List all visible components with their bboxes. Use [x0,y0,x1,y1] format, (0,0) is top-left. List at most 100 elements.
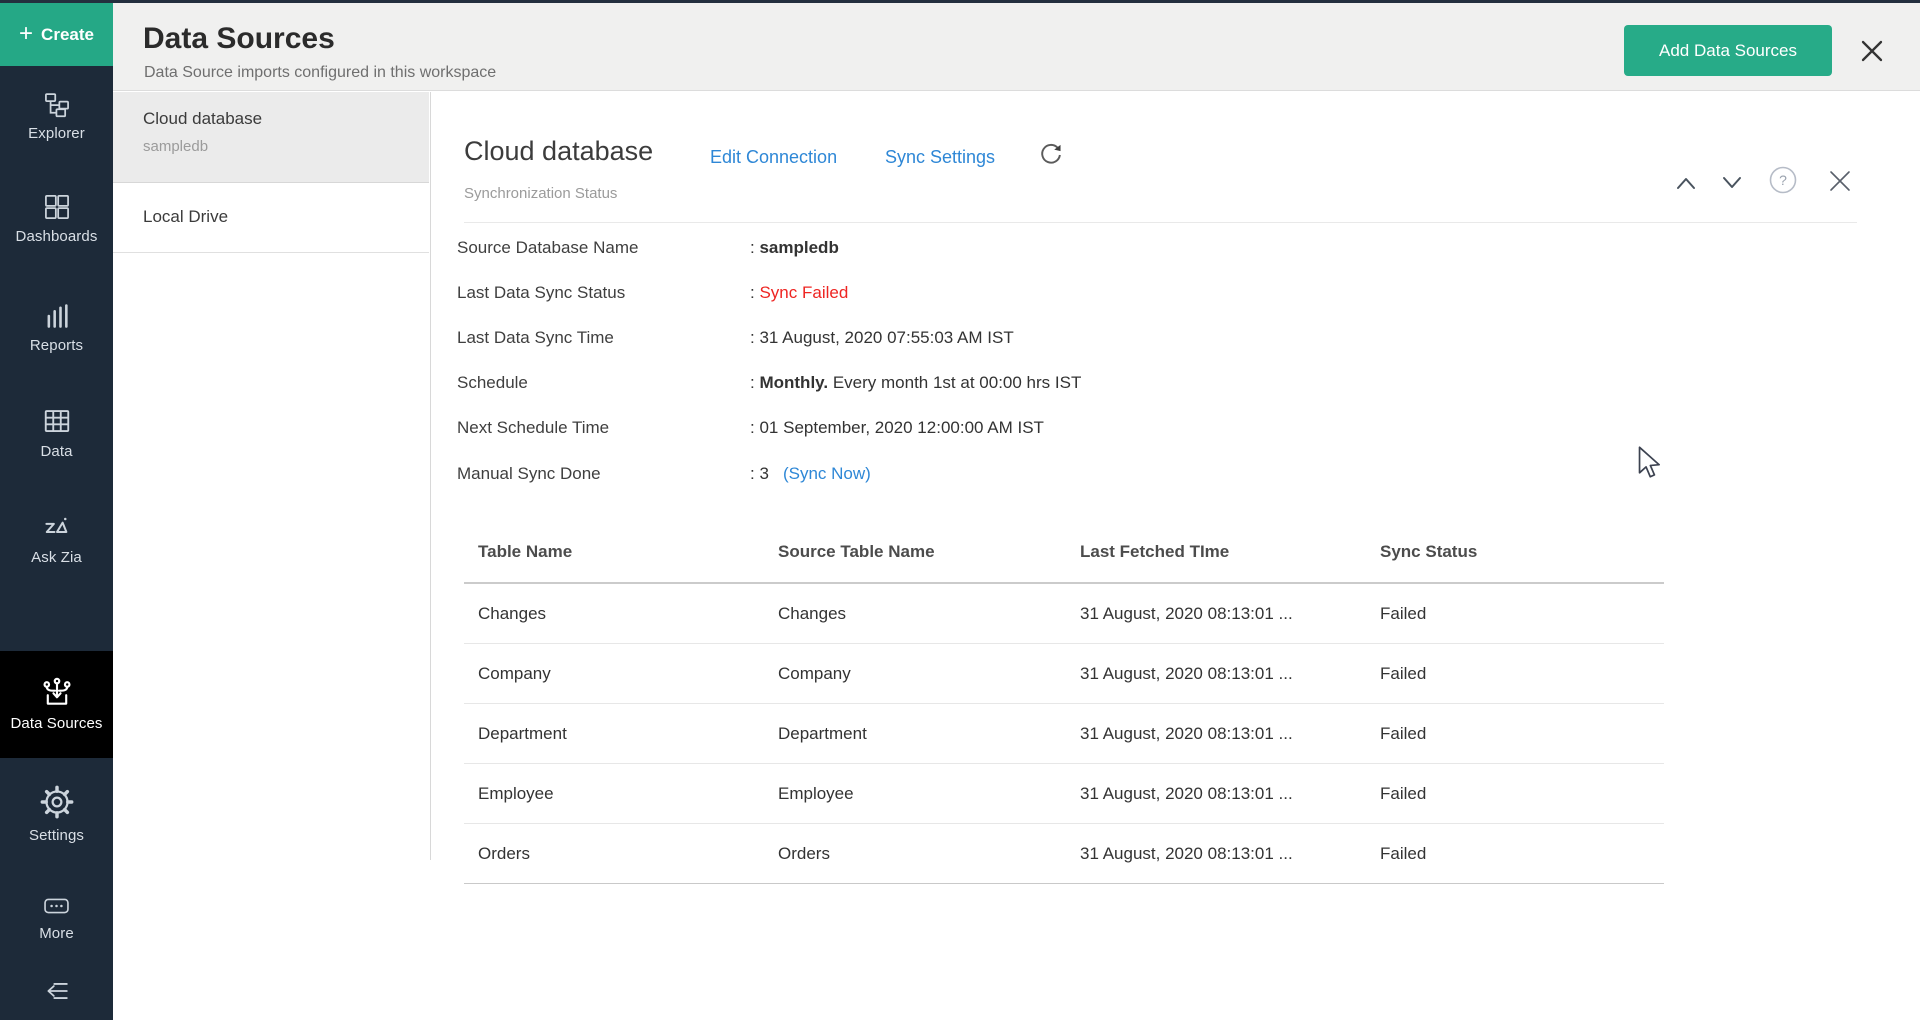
cell-last-fetched: 31 August, 2020 08:13:01 ... [1080,664,1380,684]
hierarchy-icon [43,90,71,118]
cell-source-table-name: Company [778,664,1080,684]
sync-settings-link[interactable]: Sync Settings [885,147,995,168]
cell-last-fetched: 31 August, 2020 08:13:01 ... [1080,784,1380,804]
sidebar-item-label: More [0,925,113,942]
plus-icon: + [19,22,33,46]
detail-label: Next Schedule Time [457,418,750,438]
table-row: Company Company 31 August, 2020 08:13:01… [464,644,1664,704]
cell-sync-status: Failed [1380,664,1664,684]
table-icon [42,406,72,436]
sidebar-item-data[interactable]: Data [0,406,113,460]
cell-source-table-name: Department [778,724,1080,744]
detail-label: Manual Sync Done [457,464,750,484]
detail-value: sampledb [759,238,838,257]
create-label: Create [41,25,94,45]
sidebar-item-ask-zia[interactable]: Ask Zia [0,512,113,566]
cell-source-table-name: Employee [778,784,1080,804]
page-title: Data Sources [143,22,335,56]
col-header-last-fetched-time: Last Fetched TIme [1080,542,1380,562]
source-name: Local Drive [143,207,413,227]
sidebar-item-settings[interactable]: Settings [0,784,113,844]
cell-source-table-name: Orders [778,844,1080,864]
source-item-cloud-database[interactable]: Cloud database sampledb [113,92,429,183]
chevron-up-icon[interactable] [1676,175,1696,191]
chevron-down-icon[interactable] [1722,175,1742,191]
import-branch-icon [40,676,74,710]
close-icon[interactable] [1858,37,1886,65]
collapse-sidebar-icon [43,978,70,1004]
page-header: Data Sources Data Source imports configu… [113,3,1920,91]
detail-value: 3 [759,464,768,483]
bar-chart-icon [43,302,71,330]
detail-label: Source Database Name [457,238,750,258]
sidebar-item-label: Explorer [0,125,113,142]
col-header-table-name: Table Name [478,542,778,562]
sidebar-item-dashboards[interactable]: Dashboards [0,193,113,245]
svg-text:?: ? [1779,172,1787,188]
cell-table-name: Orders [478,844,778,864]
source-item-local-drive[interactable]: Local Drive [113,183,429,253]
cell-source-table-name: Changes [778,604,1080,624]
sidebar-item-explorer[interactable]: Explorer [0,90,113,142]
table-row: Orders Orders 31 August, 2020 08:13:01 .… [464,824,1664,884]
mouse-cursor [1636,446,1664,480]
cell-last-fetched: 31 August, 2020 08:13:01 ... [1080,844,1380,864]
cell-sync-status: Failed [1380,724,1664,744]
panel-close-icon[interactable] [1826,167,1854,195]
table-header-row: Table Name Source Table Name Last Fetche… [464,522,1664,582]
refresh-icon[interactable] [1038,142,1064,168]
edit-connection-link[interactable]: Edit Connection [710,147,837,168]
help-icon[interactable]: ? [1768,165,1798,195]
section-divider-line [464,222,1857,223]
detail-value: 31 August, 2020 07:55:03 AM IST [759,328,1013,347]
gear-icon [39,784,75,820]
col-header-source-table-name: Source Table Name [778,542,1080,562]
add-data-sources-button[interactable]: Add Data Sources [1624,25,1832,76]
sidebar-item-label: Ask Zia [0,549,113,566]
table-row: Department Department 31 August, 2020 08… [464,704,1664,764]
app-sidebar: + Create Explorer Dashboards Reports [0,0,113,1020]
cell-table-name: Company [478,664,778,684]
cell-table-name: Changes [478,604,778,624]
sidebar-item-label: Data Sources [0,715,113,732]
grid-icon [43,193,71,221]
detail-value: Every month 1st at 00:00 hrs IST [833,373,1082,392]
cell-table-name: Employee [478,784,778,804]
sidebar-item-reports[interactable]: Reports [0,302,113,354]
cell-last-fetched: 31 August, 2020 08:13:01 ... [1080,724,1380,744]
detail-row-manual-sync-done: Manual Sync Done: 3(Sync Now) [457,464,871,484]
sidebar-item-label: Reports [0,337,113,354]
detail-row-source-database-name: Source Database Name: sampledb [457,238,839,258]
detail-label: Last Data Sync Time [457,328,750,348]
col-header-sync-status: Sync Status [1380,542,1664,562]
create-button[interactable]: + Create [0,3,113,66]
detail-row-schedule: Schedule: Monthly. Every month 1st at 00… [457,373,1081,393]
sync-status-table: Table Name Source Table Name Last Fetche… [464,522,1664,884]
sidebar-item-label: Dashboards [0,228,113,245]
detail-value: 01 September, 2020 12:00:00 AM IST [759,418,1043,437]
section-label: Synchronization Status [464,185,617,202]
ellipsis-icon [43,894,70,918]
panel-title: Cloud database [464,136,653,167]
detail-row-last-data-sync-status: Last Data Sync Status: Sync Failed [457,283,848,303]
sidebar-item-label: Settings [0,827,113,844]
cell-sync-status: Failed [1380,844,1664,864]
sidebar-item-more[interactable]: More [0,894,113,942]
sidebar-item-data-sources[interactable]: Data Sources [0,651,113,758]
detail-row-last-data-sync-time: Last Data Sync Time: 31 August, 2020 07:… [457,328,1014,348]
sync-failed-status: Sync Failed [759,283,848,302]
sync-now-link[interactable]: (Sync Now) [783,464,871,483]
page-subtitle: Data Source imports configured in this w… [144,64,496,82]
table-row: Changes Changes 31 August, 2020 08:13:01… [464,584,1664,644]
panel-divider-line [430,92,431,860]
detail-label: Last Data Sync Status [457,283,750,303]
detail-row-next-schedule-time: Next Schedule Time: 01 September, 2020 1… [457,418,1044,438]
table-row: Employee Employee 31 August, 2020 08:13:… [464,764,1664,824]
collapse-sidebar-button[interactable] [0,978,113,1004]
cell-table-name: Department [478,724,778,744]
sidebar-item-label: Data [0,443,113,460]
cell-last-fetched: 31 August, 2020 08:13:01 ... [1080,604,1380,624]
top-border-strip [0,0,1920,3]
cell-sync-status: Failed [1380,604,1664,624]
cell-sync-status: Failed [1380,784,1664,804]
